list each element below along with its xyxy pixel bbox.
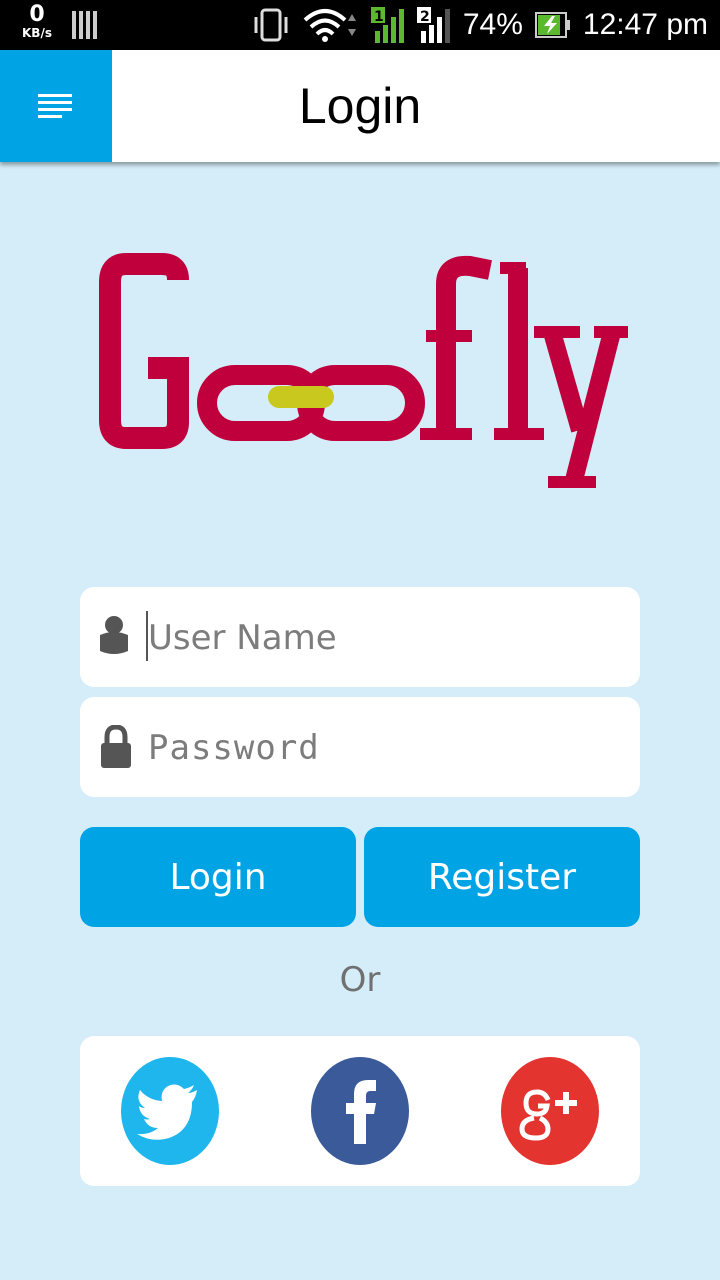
twitter-login-button[interactable] xyxy=(120,1056,220,1166)
password-input[interactable] xyxy=(146,717,620,779)
or-separator: Or xyxy=(339,960,381,1000)
status-bar: 0 KB/s 1 2 74% 12:47 pm xyxy=(0,0,720,50)
app-header: Login xyxy=(0,50,720,162)
sim1-label: 1 xyxy=(374,9,384,25)
register-button[interactable]: Register xyxy=(364,827,640,927)
battery-percent: 74% xyxy=(462,8,523,41)
social-login-panel xyxy=(80,1036,640,1186)
twitter-icon xyxy=(121,1057,219,1165)
signal-sim1-icon: 1 xyxy=(370,7,404,43)
net-speed-unit: KB/s xyxy=(22,26,52,40)
facebook-icon xyxy=(311,1057,409,1165)
battery-charging-icon xyxy=(534,12,570,38)
password-field xyxy=(80,697,640,797)
page-title: Login xyxy=(298,78,422,134)
user-icon xyxy=(100,616,128,654)
signal-sim2-icon: 2 xyxy=(416,7,450,43)
username-field xyxy=(80,587,640,687)
google-plus-login-button[interactable] xyxy=(500,1056,600,1166)
google-plus-icon xyxy=(501,1057,599,1165)
sim2-label: 2 xyxy=(420,9,430,25)
lock-icon xyxy=(101,725,131,768)
goofly-logo xyxy=(80,240,640,500)
wifi-icon xyxy=(303,9,356,42)
vibrate-icon xyxy=(254,8,288,42)
storage-icon xyxy=(72,11,97,39)
net-speed-value: 0 xyxy=(29,2,45,27)
login-button[interactable]: Login xyxy=(80,827,356,927)
network-speed: 0 KB/s xyxy=(14,2,60,40)
facebook-login-button[interactable] xyxy=(310,1056,410,1166)
clock: 12:47 pm xyxy=(582,8,708,41)
logo-image xyxy=(99,253,628,488)
menu-button[interactable] xyxy=(0,50,112,162)
username-input[interactable] xyxy=(146,607,620,669)
menu-icon xyxy=(38,94,72,118)
